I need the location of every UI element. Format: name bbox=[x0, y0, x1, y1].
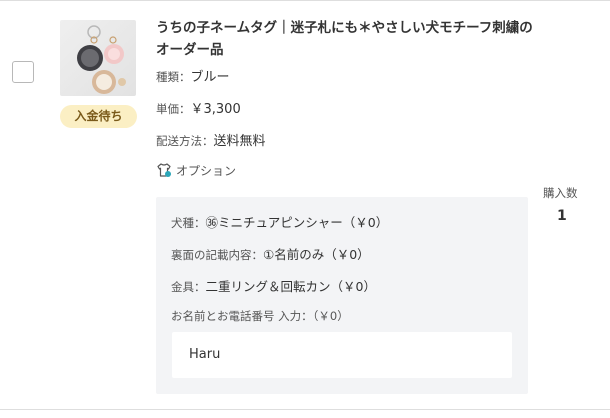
product-image bbox=[77, 25, 126, 94]
bottom-divider bbox=[0, 409, 610, 410]
option-value: ㊱ミニチュアピンシャー（￥0） bbox=[205, 215, 389, 230]
option-hardware: 金具：二重リング＆回転カン（￥0） bbox=[171, 276, 376, 295]
price-label: 単価： bbox=[156, 102, 191, 116]
option-dog-breed: 犬種：㊱ミニチュアピンシャー（￥0） bbox=[171, 212, 388, 231]
quantity-label: 購入数 bbox=[543, 186, 578, 200]
name-phone-label: お名前とお電話番号 入力：（￥0） bbox=[171, 308, 349, 324]
shipping-method: 配送方法：送料無料 bbox=[156, 132, 266, 151]
shipping-value: 送料無料 bbox=[213, 134, 266, 149]
shipping-label: 配送方法： bbox=[156, 134, 214, 148]
option-label: 金具： bbox=[171, 280, 206, 294]
price-value: ￥3,300 bbox=[190, 102, 241, 117]
quantity-value: 1 bbox=[557, 208, 567, 224]
product-thumbnail[interactable] bbox=[60, 20, 136, 96]
payment-pending-badge: 入金待ち bbox=[60, 105, 137, 128]
option-header: オプション bbox=[156, 161, 236, 179]
option-label: 犬種： bbox=[171, 216, 206, 230]
unit-price: 単価：￥3,300 bbox=[156, 100, 241, 119]
option-value: 二重リング＆回転カン（￥0） bbox=[205, 279, 376, 294]
product-type: 種類：ブルー bbox=[156, 68, 230, 87]
name-phone-value: Haru bbox=[172, 332, 512, 378]
shirt-icon bbox=[157, 163, 171, 177]
option-value: ①名前のみ（￥0） bbox=[263, 247, 370, 262]
option-label: お名前とお電話番号 入力：（￥0） bbox=[171, 309, 349, 323]
type-value: ブルー bbox=[190, 70, 230, 85]
product-title[interactable]: うちの子ネームタグ｜迷子札にも＊やさしい犬モチーフ刺繍のオーダー品 bbox=[156, 17, 536, 61]
type-label: 種類： bbox=[156, 70, 191, 84]
option-label: オプション bbox=[176, 163, 237, 178]
option-label: 裏面の記載内容： bbox=[171, 248, 263, 262]
top-divider bbox=[0, 0, 610, 1]
option-back-text: 裏面の記載内容：①名前のみ（￥0） bbox=[171, 244, 370, 263]
item-select-checkbox[interactable] bbox=[12, 61, 34, 83]
